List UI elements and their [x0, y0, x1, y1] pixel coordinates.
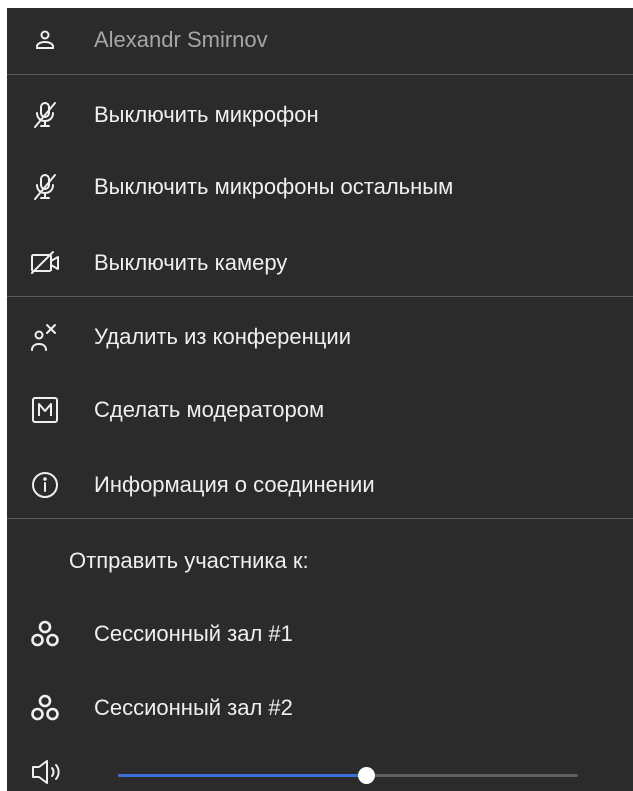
volume-slider[interactable]	[118, 767, 578, 784]
moderator-icon	[29, 394, 61, 426]
remove-from-conference-label: Удалить из конференции	[94, 324, 351, 349]
remove-user-icon	[29, 321, 61, 353]
make-moderator-item[interactable]: Сделать модератором	[7, 390, 633, 430]
participant-name: Alexandr Smirnov	[94, 27, 268, 52]
mute-microphone-item[interactable]: Выключить микрофон	[7, 95, 633, 135]
breakout-room-icon	[29, 692, 61, 724]
remove-from-conference-item[interactable]: Удалить из конференции	[7, 317, 633, 357]
connection-info-item[interactable]: Информация о соединении	[7, 465, 633, 505]
divider	[7, 518, 633, 519]
user-icon	[29, 24, 61, 56]
mute-others-label: Выключить микрофоны остальным	[94, 174, 454, 199]
mic-off-all-icon	[29, 171, 61, 203]
mute-microphone-label: Выключить микрофон	[94, 102, 319, 127]
turn-off-camera-item[interactable]: Выключить камеру	[7, 243, 633, 283]
participant-name-row: Alexandr Smirnov	[7, 22, 633, 58]
make-moderator-label: Сделать модератором	[94, 397, 325, 422]
volume-control	[7, 756, 633, 791]
camera-off-icon	[29, 247, 61, 279]
turn-off-camera-label: Выключить камеру	[94, 250, 288, 275]
breakout-room-2-item[interactable]: Сессионный зал #2	[7, 688, 633, 728]
breakout-room-icon	[29, 618, 61, 650]
participant-context-menu: Alexandr Smirnov Выключить микрофон Выкл…	[7, 8, 633, 791]
connection-info-label: Информация о соединении	[94, 472, 375, 497]
mute-others-item[interactable]: Выключить микрофоны остальным	[7, 167, 633, 207]
mic-off-icon	[29, 99, 61, 131]
volume-slider-thumb[interactable]	[358, 767, 376, 784]
send-participant-title: Отправить участника к:	[69, 548, 309, 573]
info-icon	[29, 469, 61, 501]
divider	[7, 74, 633, 75]
volume-icon	[29, 756, 65, 788]
breakout-room-1-label: Сессионный зал #1	[94, 621, 293, 646]
breakout-room-2-label: Сессионный зал #2	[94, 695, 293, 720]
breakout-room-1-item[interactable]: Сессионный зал #1	[7, 614, 633, 654]
divider	[7, 296, 633, 297]
volume-slider-fill	[118, 774, 367, 777]
